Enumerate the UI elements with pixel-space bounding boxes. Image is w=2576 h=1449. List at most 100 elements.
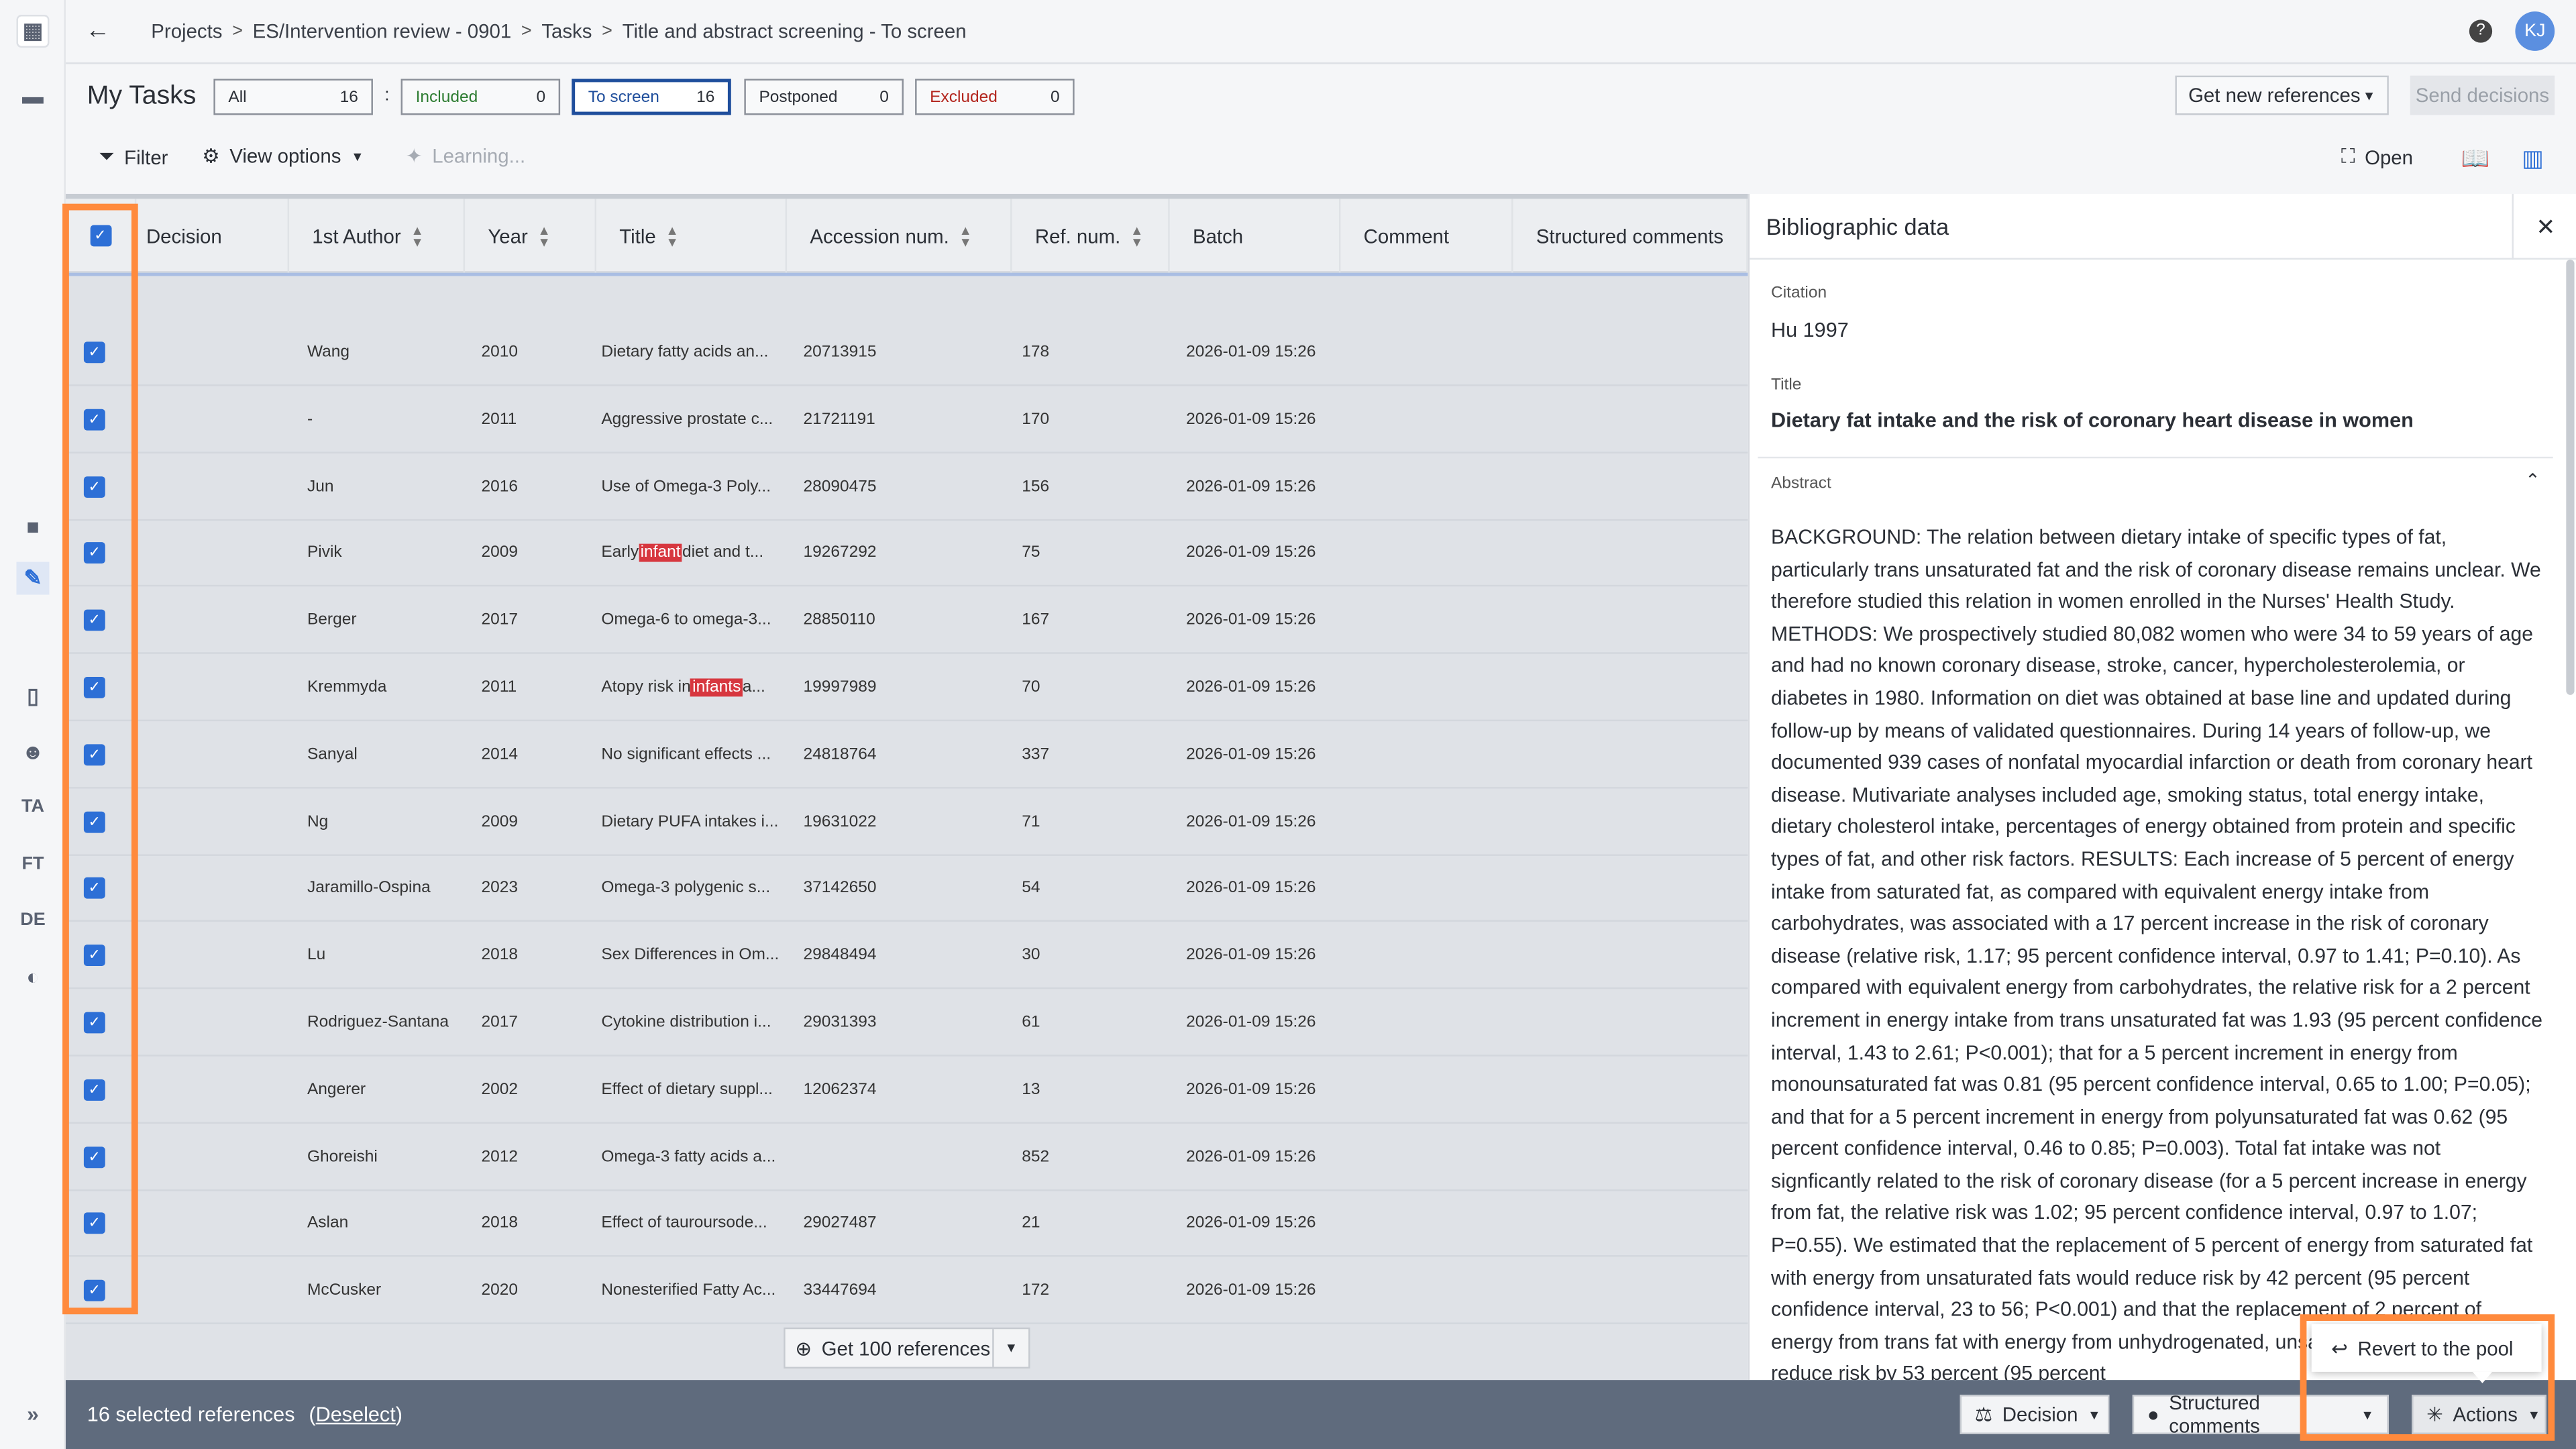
column-header[interactable]: Accession num. ▲ ▼ xyxy=(787,199,1012,273)
filter-chip-postponed[interactable]: Postponed 0 xyxy=(744,78,904,115)
get-new-references-button[interactable]: Get new references ▼ xyxy=(2175,75,2389,115)
sort-icon[interactable]: ▲ ▼ xyxy=(665,223,678,248)
back-arrow-icon[interactable]: ← xyxy=(85,16,110,44)
column-header[interactable]: Ref. num. ▲ ▼ xyxy=(1012,199,1170,273)
scrollbar[interactable] xyxy=(2566,259,2575,695)
row-checkbox[interactable]: ✓ xyxy=(83,1190,105,1257)
close-icon[interactable]: ✕ xyxy=(2512,193,2576,260)
table-row[interactable]: ✓ Lu 2018 Sex Differences in Om... 298484… xyxy=(65,922,1748,989)
users-icon[interactable]: ☻ xyxy=(16,735,49,767)
ref-num-cell: 21 xyxy=(1022,1214,1040,1233)
check-icon: ✓ xyxy=(83,1280,105,1302)
structured-comments-button[interactable]: ● Structured comments ▼ xyxy=(2132,1391,2389,1438)
row-checkbox[interactable]: ✓ xyxy=(83,1123,105,1190)
filter-chip-to-screen[interactable]: To screen 16 xyxy=(572,78,731,115)
chip-label: To screen xyxy=(588,88,659,106)
split-view-icon[interactable]: ▥ xyxy=(2522,145,2543,173)
deselect-link[interactable]: Deselect xyxy=(316,1403,396,1426)
top-bar: ← Projects > ES/Intervention review - 090… xyxy=(65,0,2576,64)
table-row[interactable]: ✓ Wang 2010 Dietary fatty acids an... 207… xyxy=(65,319,1748,386)
row-checkbox[interactable]: ✓ xyxy=(83,520,105,587)
breadcrumb-projects[interactable]: Projects xyxy=(151,19,222,42)
row-checkbox[interactable]: ✓ xyxy=(83,386,105,453)
sort-icon[interactable]: ▲ ▼ xyxy=(411,223,423,248)
row-checkbox[interactable]: ✓ xyxy=(83,1056,105,1123)
table-row[interactable]: ✓ Rodriguez-Santana 2017 Cytokine distrib… xyxy=(65,989,1748,1057)
table-row[interactable]: ✓ Ghoreishi 2012 Omega-3 fatty acids a...… xyxy=(65,1123,1748,1191)
column-header[interactable]: Title ▲ ▼ xyxy=(596,199,788,273)
ta-screening-icon[interactable]: TA xyxy=(16,790,49,823)
author-cell: Ghoreishi xyxy=(307,1147,378,1166)
expand-sidebar-icon[interactable]: » xyxy=(16,1397,49,1430)
table-row[interactable]: ✓ - 2011 Aggressive prostate c... 2172119… xyxy=(65,386,1748,453)
title-text: a... xyxy=(742,678,765,697)
filter-chip-excluded[interactable]: Excluded 0 xyxy=(915,78,1075,115)
breadcrumb-project[interactable]: ES/Intervention review - 0901 xyxy=(253,19,512,42)
left-sidebar: ▦ ▬ ■ ✎ ▯ ☻ TA FT DE ◐ » xyxy=(0,0,66,1449)
table-row[interactable]: ✓ Ng 2009 Dietary PUFA intakes i... 19631… xyxy=(65,788,1748,855)
filter-button[interactable]: ⏷ Filter xyxy=(99,145,168,170)
caret-down-icon[interactable]: ▼ xyxy=(992,1329,1028,1367)
author-cell: - xyxy=(307,410,313,429)
row-checkbox[interactable]: ✓ xyxy=(83,587,105,654)
row-checkbox[interactable]: ✓ xyxy=(83,922,105,989)
table-row[interactable]: ✓ Angerer 2002 Effect of dietary suppl...… xyxy=(65,1056,1748,1124)
table-row[interactable]: ✓ Pivik 2009 Early infant diet and t... 1… xyxy=(65,520,1748,588)
chart-icon[interactable]: ◐ xyxy=(16,959,49,992)
open-fullscreen-button[interactable]: ⛶ Open xyxy=(2341,145,2413,170)
sort-icon[interactable]: ▲ ▼ xyxy=(959,223,971,248)
revert-to-pool-menu-item[interactable]: ↩ Revert to the pool xyxy=(2311,1324,2542,1372)
actions-button[interactable]: ✳ Actions ▼ xyxy=(2412,1395,2546,1434)
chevron-up-icon[interactable]: ⌃ xyxy=(2525,470,2540,491)
column-header[interactable]: Year ▲ ▼ xyxy=(465,199,596,273)
book-view-icon[interactable]: 📖 xyxy=(2461,145,2490,173)
inbox-icon[interactable]: ▬ xyxy=(16,79,49,112)
help-icon[interactable]: ? xyxy=(2469,19,2493,43)
edit-task-icon[interactable]: ✎ xyxy=(16,561,50,595)
ref-num-cell: 156 xyxy=(1022,477,1050,496)
row-checkbox[interactable]: ✓ xyxy=(83,319,105,386)
get-more-references-button[interactable]: ⊕ Get 100 references ▼ xyxy=(784,1327,1030,1369)
table-row[interactable]: ✓ McCusker 2020 Nonesterified Fatty Ac...… xyxy=(65,1257,1748,1325)
table-row[interactable]: ✓ Jaramillo-Ospina 2023 Omega-3 polygenic… xyxy=(65,855,1748,922)
row-checkbox[interactable]: ✓ xyxy=(83,654,105,721)
filter-chip-included[interactable]: Included 0 xyxy=(400,78,561,115)
row-checkbox[interactable]: ✓ xyxy=(83,989,105,1056)
caret-down-icon: ▼ xyxy=(2361,1407,2374,1422)
row-checkbox[interactable]: ✓ xyxy=(83,788,105,855)
row-checkbox[interactable]: ✓ xyxy=(83,855,105,922)
row-checkbox[interactable]: ✓ xyxy=(83,721,105,788)
table-row[interactable]: ✓ Aslan 2018 Effect of tauroursode... 290… xyxy=(65,1190,1748,1258)
accession-cell: 29027487 xyxy=(803,1214,877,1233)
accession-cell: 20713915 xyxy=(803,343,877,362)
batch-cell: 2026-01-09 15:26 xyxy=(1186,343,1316,362)
table-row[interactable]: ✓ Berger 2017 Omega-6 to omega-3... 28850… xyxy=(65,587,1748,655)
select-all-checkbox[interactable]: ✓ xyxy=(66,199,137,273)
sort-icon[interactable]: ▲ ▼ xyxy=(1130,223,1143,248)
view-options-button[interactable]: ⚙ View options ▼ xyxy=(202,145,364,168)
selected-count: 16 selected references xyxy=(87,1403,295,1426)
send-decisions-button[interactable]: Send decisions xyxy=(2410,75,2555,115)
column-header[interactable]: 1st Author ▲ ▼ xyxy=(289,199,466,273)
year-cell: 2016 xyxy=(481,477,519,496)
avatar[interactable]: KJ xyxy=(2515,11,2555,51)
revert-label: Revert to the pool xyxy=(2357,1336,2514,1360)
row-checkbox[interactable]: ✓ xyxy=(83,453,105,520)
table-row[interactable]: ✓ Sanyal 2014 No significant effects ... … xyxy=(65,721,1748,789)
row-checkbox[interactable]: ✓ xyxy=(83,1257,105,1324)
document-icon[interactable]: ▯ xyxy=(16,680,49,713)
title-cell: Dietary fatty acids an... xyxy=(601,319,768,386)
ft-screening-icon[interactable]: FT xyxy=(16,848,49,881)
year-cell: 2011 xyxy=(481,678,517,697)
folder-icon[interactable]: ■ xyxy=(16,509,49,542)
sort-icon[interactable]: ▲ ▼ xyxy=(537,223,550,248)
breadcrumb-tasks[interactable]: Tasks xyxy=(541,19,592,42)
year-cell: 2017 xyxy=(481,611,519,630)
app-logo-icon[interactable]: ▦ xyxy=(16,15,50,48)
ref-num-cell: 13 xyxy=(1022,1080,1040,1099)
decision-button[interactable]: ⚖ Decision ▼ xyxy=(1960,1395,2110,1434)
data-extraction-icon[interactable]: DE xyxy=(16,904,49,936)
filter-chip-all[interactable]: All 16 xyxy=(213,78,373,115)
table-row[interactable]: ✓ Jun 2016 Use of Omega-3 Poly... 2809047… xyxy=(65,453,1748,521)
table-row[interactable]: ✓ Kremmyda 2011 Atopy risk in infants a..… xyxy=(65,654,1748,722)
